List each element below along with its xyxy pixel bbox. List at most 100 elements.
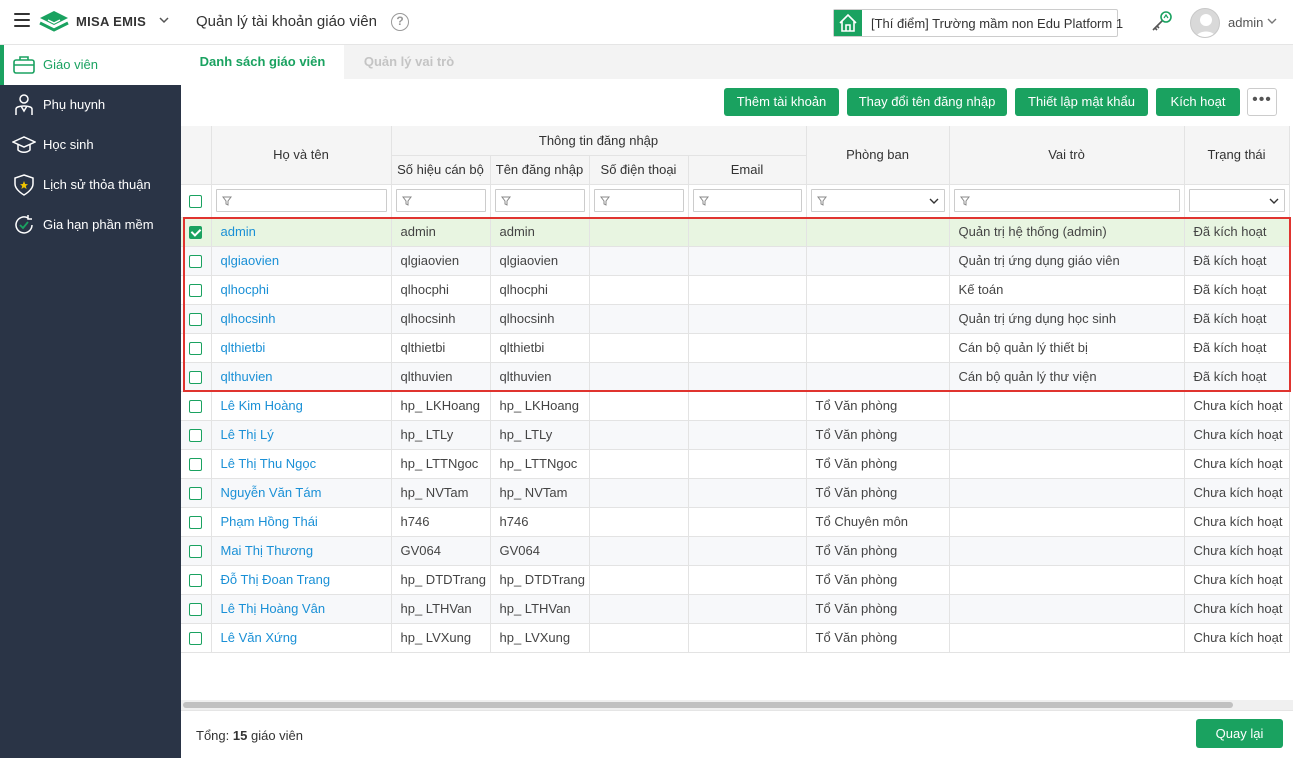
cell-name[interactable]: Nguyễn Văn Tám <box>211 478 392 508</box>
cell-phone <box>589 478 689 508</box>
cell-phone <box>589 362 689 392</box>
cell-staff-id: hp_ LVXung <box>391 623 491 653</box>
row-checkbox[interactable] <box>189 400 203 414</box>
cell-name[interactable]: qlgiaovien <box>211 246 392 276</box>
table-row[interactable]: Lê Thị Lý hp_ LTLy hp_ LTLy Tổ Văn phòng Chư… <box>181 420 1290 450</box>
help-icon[interactable]: ? <box>391 13 409 31</box>
cell-staff-id: admin <box>391 217 491 247</box>
tab-role-management[interactable]: Quản lý vai trò <box>344 45 474 79</box>
row-checkbox[interactable] <box>189 284 203 298</box>
chevron-down-icon[interactable] <box>158 13 170 27</box>
cell-username: admin <box>490 217 590 247</box>
filter-phone[interactable] <box>593 189 684 212</box>
column-header-status[interactable]: Trạng thái <box>1184 126 1290 185</box>
more-options-button[interactable]: ••• <box>1247 88 1277 116</box>
table-row[interactable]: qlthuvien qlthuvien qlthuvien Cán bộ quản l… <box>181 362 1290 392</box>
school-selector[interactable]: [Thí điểm] Trường mầm non Edu Platform 1 <box>833 9 1123 37</box>
cell-status: Đã kích hoạt <box>1184 217 1290 247</box>
filter-staff-id[interactable] <box>395 189 486 212</box>
cell-role <box>949 565 1185 595</box>
row-checkbox[interactable] <box>189 574 203 588</box>
back-button[interactable]: Quay lại <box>1196 719 1283 748</box>
cell-email <box>688 391 807 421</box>
cell-name[interactable]: Phạm Hồng Thái <box>211 507 392 537</box>
row-checkbox[interactable] <box>189 255 203 269</box>
cell-email <box>688 246 807 276</box>
cell-name[interactable]: Lê Văn Xứng <box>211 623 392 653</box>
cell-name[interactable]: Lê Thị Hoàng Vân <box>211 594 392 624</box>
row-checkbox[interactable] <box>189 545 203 559</box>
table-row[interactable]: Lê Thị Thu Ngọc hp_ LTTNgoc hp_ LTTNgoc Tổ … <box>181 449 1290 479</box>
sidebar-item-parents[interactable]: Phụ huynh <box>0 85 181 125</box>
table-row[interactable]: qlthietbi qlthietbi qlthietbi Cán bộ quản l… <box>181 333 1290 363</box>
column-header-role[interactable]: Vai trò <box>949 126 1185 185</box>
cell-name[interactable]: Đỗ Thị Đoan Trang <box>211 565 392 595</box>
table-row[interactable]: Mai Thị Thương GV064 GV064 Tổ Văn phòng Chưa… <box>181 536 1290 566</box>
cell-name[interactable]: qlhocphi <box>211 275 392 305</box>
filter-username[interactable] <box>494 189 585 212</box>
column-header-username[interactable]: Tên đăng nhập <box>490 155 590 185</box>
row-checkbox[interactable] <box>189 429 203 443</box>
cell-name[interactable]: Lê Thị Lý <box>211 420 392 450</box>
scrollbar-thumb[interactable] <box>183 702 1233 708</box>
cell-name[interactable]: Lê Kim Hoàng <box>211 391 392 421</box>
cell-department: Tổ Văn phòng <box>806 391 950 421</box>
set-password-button[interactable]: Thiết lập mật khẩu <box>1015 88 1148 116</box>
row-checkbox[interactable] <box>189 342 203 356</box>
briefcase-icon <box>13 56 35 74</box>
horizontal-scrollbar[interactable] <box>181 700 1293 710</box>
cell-name[interactable]: qlthietbi <box>211 333 392 363</box>
filter-role[interactable] <box>953 189 1180 212</box>
table-row[interactable]: Lê Kim Hoàng hp_ LKHoang hp_ LKHoang Tổ Văn… <box>181 391 1290 421</box>
row-checkbox[interactable] <box>189 226 203 240</box>
add-account-button[interactable]: Thêm tài khoản <box>724 88 839 116</box>
column-header-department[interactable]: Phòng ban <box>806 126 950 185</box>
key-icon[interactable] <box>1150 9 1174 33</box>
column-header-email[interactable]: Email <box>688 155 807 185</box>
sidebar-item-students[interactable]: Học sinh <box>0 125 181 165</box>
cell-name[interactable]: qlhocsinh <box>211 304 392 334</box>
row-checkbox[interactable] <box>189 632 203 646</box>
table-row[interactable]: Phạm Hồng Thái h746 h746 Tổ Chuyên môn Chưa … <box>181 507 1290 537</box>
chevron-down-icon[interactable] <box>1266 15 1278 27</box>
row-checkbox[interactable] <box>189 487 203 501</box>
avatar[interactable] <box>1190 8 1220 38</box>
cell-department <box>806 304 950 334</box>
filter-status[interactable] <box>1188 189 1285 212</box>
table-row[interactable]: admin admin admin Quản trị hệ thống (admin)… <box>181 217 1290 247</box>
cell-phone <box>589 246 689 276</box>
cell-username: hp_ LTTNgoc <box>490 449 590 479</box>
column-header-name[interactable]: Họ và tên <box>211 126 392 185</box>
cell-name[interactable]: admin <box>211 217 392 247</box>
row-checkbox[interactable] <box>189 371 203 385</box>
cell-name[interactable]: Lê Thị Thu Ngọc <box>211 449 392 479</box>
row-checkbox[interactable] <box>189 516 203 530</box>
user-name[interactable]: admin <box>1228 15 1263 30</box>
row-checkbox[interactable] <box>189 603 203 617</box>
cell-phone <box>589 623 689 653</box>
filter-name[interactable] <box>215 189 387 212</box>
table-row[interactable]: Đỗ Thị Đoan Trang hp_ DTDTrang hp_ DTDTran… <box>181 565 1290 595</box>
activate-button[interactable]: Kích hoạt <box>1156 88 1240 116</box>
filter-email[interactable] <box>692 189 802 212</box>
menu-icon[interactable] <box>14 13 30 29</box>
sidebar-item-renewal[interactable]: Gia hạn phần mềm <box>0 205 181 245</box>
column-header-phone[interactable]: Số điện thoại <box>589 155 689 185</box>
row-checkbox[interactable] <box>189 458 203 472</box>
cell-name[interactable]: qlthuvien <box>211 362 392 392</box>
table-row[interactable]: Lê Thị Hoàng Vân hp_ LTHVan hp_ LTHVan Tổ V… <box>181 594 1290 624</box>
table-row[interactable]: qlhocsinh qlhocsinh qlhocsinh Quản trị ứng … <box>181 304 1290 334</box>
table-row[interactable]: qlgiaovien qlgiaovien qlgiaovien Quản trị ứ… <box>181 246 1290 276</box>
tab-teacher-list[interactable]: Danh sách giáo viên <box>181 45 344 79</box>
table-row[interactable]: qlhocphi qlhocphi qlhocphi Kế toán Đã kích h… <box>181 275 1290 305</box>
sidebar-item-agreement-history[interactable]: Lịch sử thỏa thuận <box>0 165 181 205</box>
row-checkbox[interactable] <box>189 313 203 327</box>
table-row[interactable]: Nguyễn Văn Tám hp_ NVTam hp_ NVTam Tổ Văn p… <box>181 478 1290 508</box>
column-header-staff-id[interactable]: Số hiệu cán bộ <box>391 155 491 185</box>
cell-name[interactable]: Mai Thị Thương <box>211 536 392 566</box>
table-row[interactable]: Lê Văn Xứng hp_ LVXung hp_ LVXung Tổ Văn ph… <box>181 623 1290 653</box>
change-username-button[interactable]: Thay đổi tên đăng nhập <box>847 88 1007 116</box>
filter-department[interactable] <box>810 189 945 212</box>
select-all-checkbox[interactable] <box>189 195 203 209</box>
sidebar-item-teachers[interactable]: Giáo viên <box>0 45 181 85</box>
